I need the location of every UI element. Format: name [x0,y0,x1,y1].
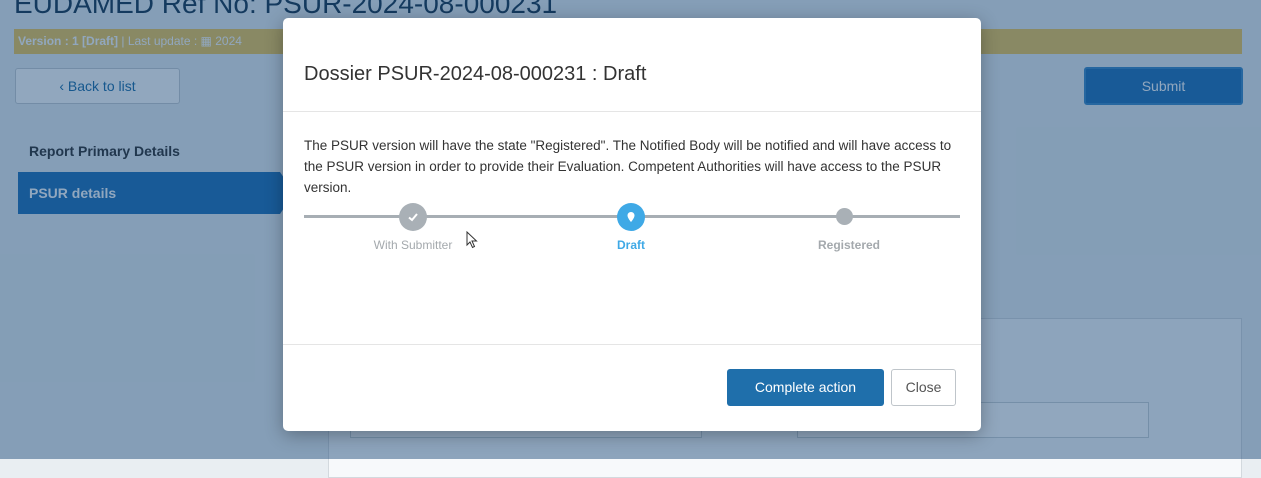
step-label-draft: Draft [616,238,645,252]
step-draft-marker-icon [617,203,645,231]
step-with-submitter-check-icon [399,203,427,231]
close-button[interactable]: Close [891,369,956,406]
modal-description: The PSUR version will have the state "Re… [304,138,952,195]
step-label-registered: Registered [817,238,881,252]
dossier-modal: Dossier PSUR-2024-08-000231 : Draft The … [283,18,981,431]
mouse-cursor-icon [466,231,478,249]
modal-title: Dossier PSUR-2024-08-000231 : Draft [304,63,647,85]
complete-action-button[interactable]: Complete action [727,369,884,406]
step-registered-dot-icon [836,208,853,225]
step-label-with-submitter: With Submitter [373,238,453,252]
